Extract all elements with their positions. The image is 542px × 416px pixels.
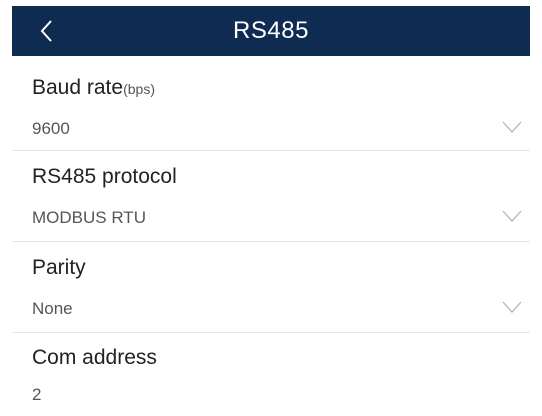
parity-label: Parity: [32, 256, 86, 279]
baud-rate-unit: (bps): [123, 81, 155, 97]
baud-rate-label: Baud rate(bps): [32, 76, 155, 99]
parity-select[interactable]: None: [12, 290, 530, 330]
divider: [12, 332, 530, 333]
rs485-protocol-select[interactable]: MODBUS RTU: [12, 199, 530, 239]
app-header: RS485: [12, 6, 530, 56]
rs485-protocol-label: RS485 protocol: [32, 165, 177, 188]
parity-value: None: [32, 299, 73, 318]
divider: [12, 150, 530, 151]
baud-rate-value: 9600: [32, 119, 70, 138]
baud-rate-select[interactable]: 9600: [12, 110, 530, 150]
divider: [12, 241, 530, 242]
chevron-down-icon: [502, 121, 522, 133]
com-address-input[interactable]: 2: [12, 376, 530, 416]
page-title: RS485: [233, 17, 309, 44]
chevron-down-icon: [502, 210, 522, 222]
chevron-down-icon: [502, 301, 522, 313]
com-address-label: Com address: [32, 346, 157, 369]
rs485-protocol-value: MODBUS RTU: [32, 208, 146, 227]
com-address-value: 2: [32, 385, 42, 404]
